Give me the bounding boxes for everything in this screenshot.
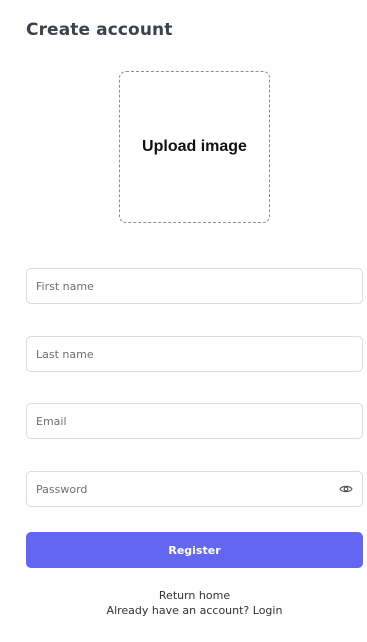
last-name-field-wrapper [26,336,363,372]
email-field-wrapper [26,403,363,439]
password-input[interactable] [27,472,362,506]
last-name-input[interactable] [27,337,362,371]
create-account-page: Create account Upload image Register Ret… [0,0,367,642]
login-link[interactable]: Already have an account? Login [0,603,367,618]
upload-image-label: Upload image [142,138,247,155]
eye-icon-graphic [339,485,353,493]
eye-icon[interactable] [338,481,354,497]
footer-links: Return home Already have an account? Log… [0,588,367,618]
page-title: Create account [26,20,173,40]
email-input[interactable] [27,404,362,438]
first-name-field-wrapper [26,268,363,304]
return-home-link[interactable]: Return home [0,588,367,603]
first-name-input[interactable] [27,269,362,303]
password-field-wrapper [26,471,363,507]
upload-image-dropzone[interactable]: Upload image [119,71,270,223]
register-button[interactable]: Register [26,532,363,568]
